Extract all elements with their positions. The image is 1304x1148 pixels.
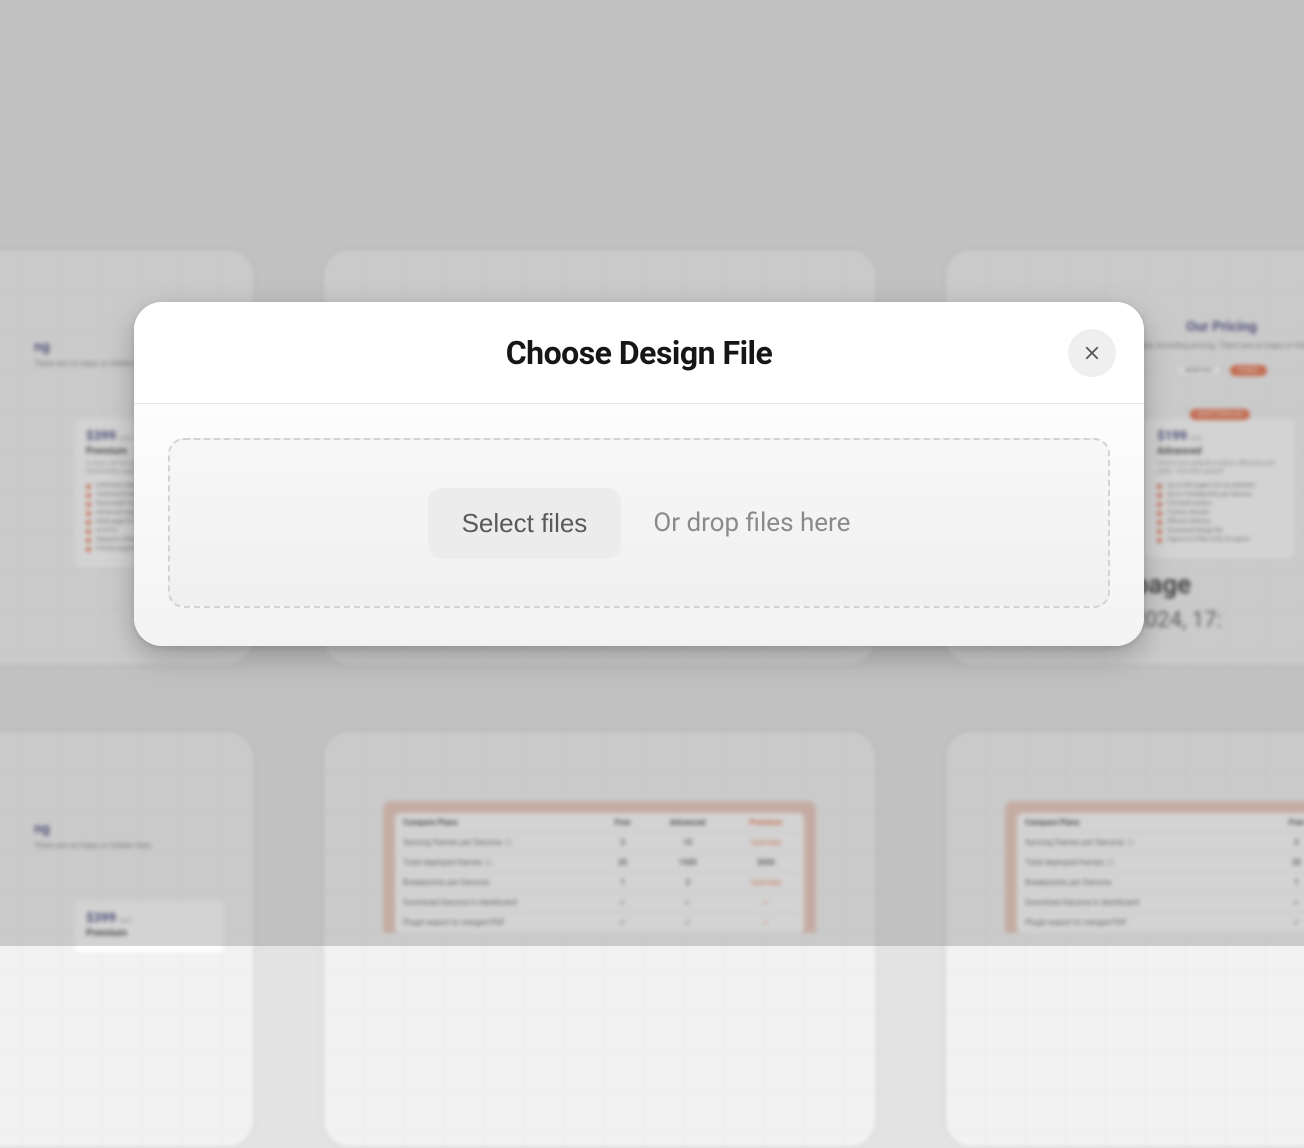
- drop-hint-text: Or drop files here: [653, 508, 850, 538]
- modal-title: Choose Design File: [506, 334, 773, 372]
- select-files-button[interactable]: Select files: [428, 488, 622, 559]
- file-dropzone[interactable]: Select files Or drop files here: [168, 438, 1110, 608]
- modal-body: Select files Or drop files here: [134, 404, 1144, 646]
- close-button[interactable]: [1068, 329, 1116, 377]
- modal-header: Choose Design File: [134, 302, 1144, 404]
- choose-design-file-modal: Choose Design File Select files Or drop …: [134, 302, 1144, 646]
- close-icon: [1083, 344, 1101, 362]
